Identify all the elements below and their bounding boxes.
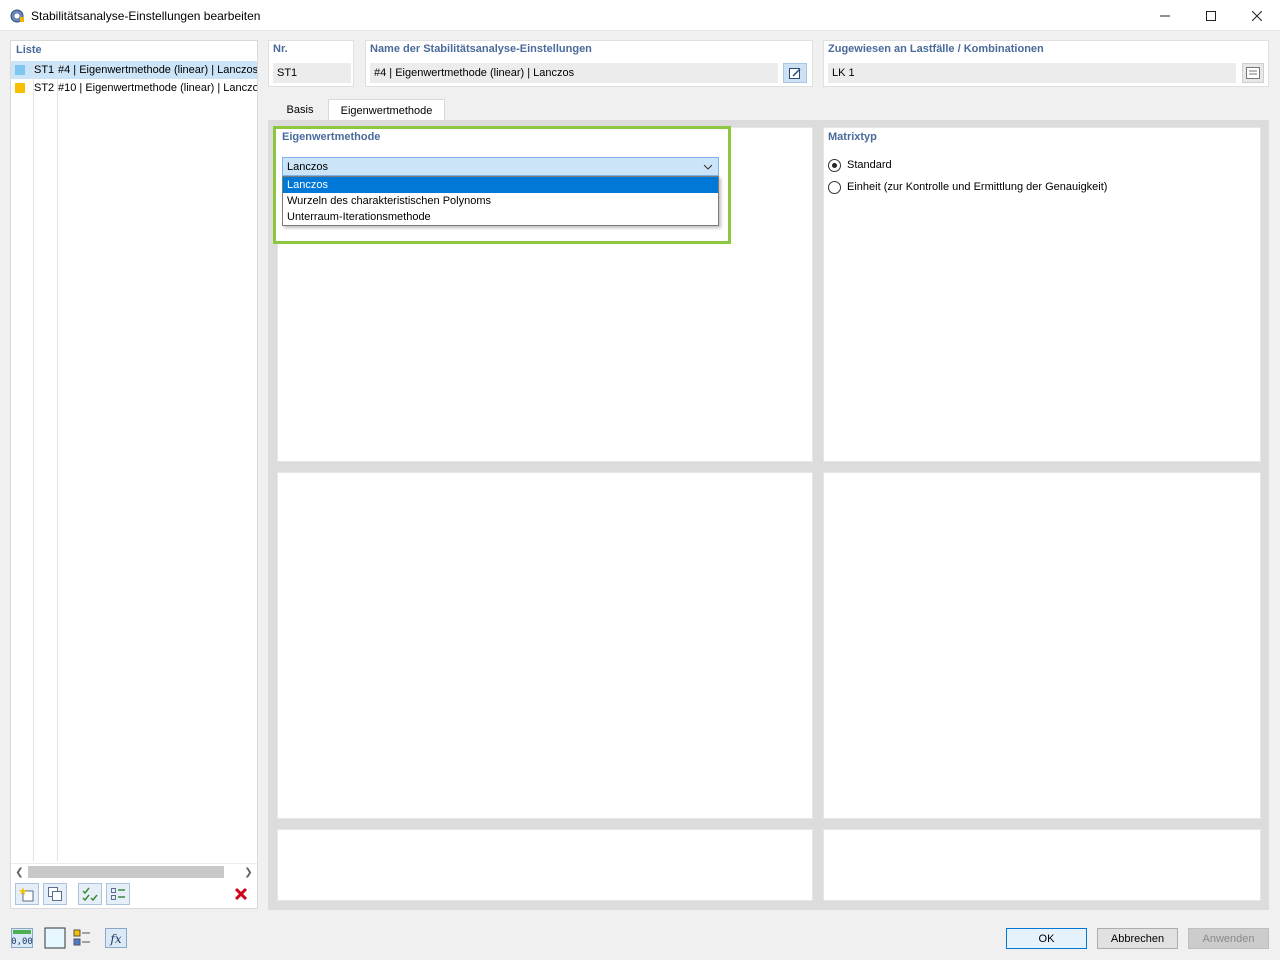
window-title: Stabilitätsanalyse-Einstellungen bearbei… [31,9,261,23]
matrix-heading: Matrixtyp [828,131,877,143]
assigned-field[interactable]: LK 1 [828,63,1236,83]
scroll-left-icon[interactable]: ❮ [11,864,28,880]
list-item[interactable]: ST2 #10 | Eigenwertmethode (linear) | La… [11,79,257,97]
maximize-icon[interactable] [1188,0,1234,31]
copy-item-icon[interactable] [43,883,67,905]
tab-eigenwertmethode[interactable]: Eigenwertmethode [328,99,445,121]
list-item[interactable]: ST1 #4 | Eigenwertmethode (linear) | Lan… [11,61,257,79]
empty-panel [277,829,813,901]
app-icon [9,8,25,24]
dropdown-option-lanczos[interactable]: Lanczos [283,177,718,193]
assigned-panel: Zugewiesen an Lastfälle / Kombinationen … [823,40,1269,87]
nr-field[interactable]: ST1 [273,63,351,83]
eigenmethod-selected: Lanczos [287,160,328,173]
empty-panel [823,472,1261,819]
radio-unchecked-icon[interactable] [828,180,841,194]
ok-button[interactable]: OK [1006,928,1087,949]
dropdown-option-unterraum[interactable]: Unterraum-Iterationsmethode [283,209,718,225]
formula-icon[interactable]: fx [104,927,128,949]
cancel-button[interactable]: Abbrechen [1097,928,1178,949]
decimal-places-icon[interactable]: 0,00 [10,927,34,949]
name-label: Name der Stabilitätsanalyse-Einstellunge… [370,43,592,55]
radio-label: Einheit (zur Kontrolle und Ermittlung de… [847,181,1108,193]
dropdown-list: Lanczos Wurzeln des charakteristischen P… [282,176,719,226]
list-panel: Liste ST1 #4 | Eigenwertmethode (linear)… [10,40,258,909]
list-item-label: #4 | Eigenwertmethode (linear) | Lanczos [58,64,257,76]
eigen-heading: Eigenwertmethode [282,131,381,143]
nr-panel: Nr. ST1 [268,40,354,87]
chevron-down-icon [702,161,714,173]
name-field[interactable]: #4 | Eigenwertmethode (linear) | Lanczos [370,63,778,83]
decimal-label: 0,00 [11,937,33,947]
delete-icon[interactable] [229,883,253,905]
empty-panel [277,472,813,819]
color-swatch-icon[interactable] [43,927,67,949]
scrollbar-thumb[interactable] [28,866,224,878]
apply-button[interactable]: Anwenden [1188,928,1269,949]
radio-einheit[interactable]: Einheit (zur Kontrolle und Ermittlung de… [828,178,1107,196]
edit-name-icon[interactable] [783,63,807,83]
new-item-icon[interactable] [15,883,39,905]
horizontal-scrollbar[interactable]: ❮ ❯ [11,863,257,879]
nr-label: Nr. [273,43,288,55]
column-divider [33,61,34,861]
dropdown-option-polynom[interactable]: Wurzeln des charakteristischen Polynoms [283,193,718,209]
name-panel: Name der Stabilitätsanalyse-Einstellunge… [365,40,813,87]
svg-text:fx: fx [109,932,121,946]
radio-standard[interactable]: Standard [828,156,892,174]
assigned-label: Zugewiesen an Lastfälle / Kombinationen [828,43,1044,55]
uncheck-icon[interactable] [106,883,130,905]
column-divider [57,61,58,861]
scroll-right-icon[interactable]: ❯ [240,864,257,880]
list-item-label: #10 | Eigenwertmethode (linear) | Lanczo… [58,82,257,94]
list-item-code: ST1 [34,64,55,76]
select-loadcases-icon[interactable] [1242,63,1264,83]
tab-basis[interactable]: Basis [270,99,330,120]
eigenmethod-dropdown[interactable]: Lanczos [282,157,719,176]
minimize-icon[interactable] [1142,0,1188,31]
empty-panel [823,829,1261,901]
list-item-code: ST2 [34,82,55,94]
radio-checked-icon[interactable] [828,158,841,172]
list-heading: Liste [16,44,42,56]
close-icon[interactable] [1234,0,1280,31]
check-all-icon[interactable] [78,883,102,905]
color-swatch-icon [15,83,25,93]
table-icon[interactable] [70,927,94,949]
color-swatch-icon [15,65,25,75]
radio-label: Standard [847,159,892,171]
title-bar: Stabilitätsanalyse-Einstellungen bearbei… [0,0,1280,31]
